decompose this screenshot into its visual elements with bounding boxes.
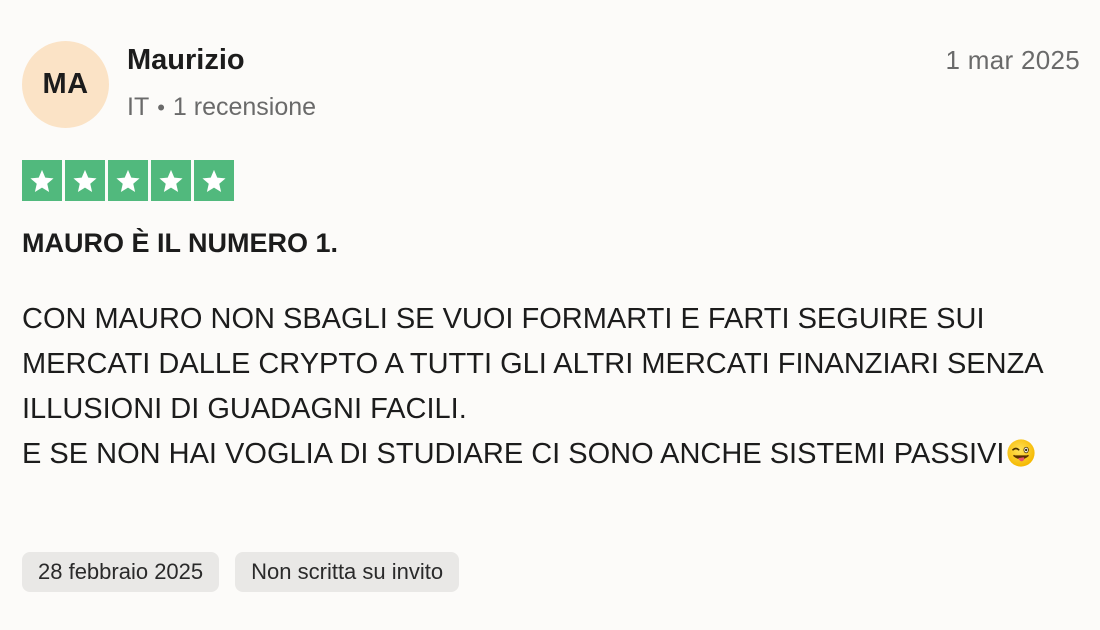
review-chips: 28 febbraio 2025 Non scritta su invito — [22, 552, 460, 592]
review-body-line-2: E SE NON HAI VOGLIA DI STUDIARE CI SONO … — [22, 438, 1005, 470]
review-date: 1 mar 2025 — [945, 45, 1080, 75]
reviewer-meta: IT • 1 recensione — [127, 93, 316, 122]
invite-status-label: Non scritta su invito — [251, 559, 444, 584]
star-rating — [22, 160, 234, 201]
star-box-4 — [151, 160, 191, 201]
star-box-2 — [65, 160, 105, 201]
review-body: CON MAURO NON SBAGLI SE VUOI FORMARTI E … — [22, 297, 1082, 477]
star-box-1 — [22, 160, 62, 201]
avatar[interactable]: MA — [22, 41, 109, 128]
meta-separator: • — [157, 94, 165, 120]
reviewer-review-count: 1 recensione — [172, 93, 317, 121]
review-body-line-1: CON MAURO NON SBAGLI SE VUOI FORMARTI E … — [22, 303, 1043, 425]
review-title[interactable]: MAURO È IL NUMERO 1. — [22, 228, 338, 259]
star-icon — [73, 169, 97, 192]
avatar-initials: MA — [42, 68, 89, 100]
review-body-paragraph: E SE NON HAI VOGLIA DI STUDIARE CI SONO … — [22, 432, 1082, 477]
winking-face-with-tongue-emoji-icon — [1007, 439, 1036, 467]
experience-date-label: 28 febbraio 2025 — [38, 559, 204, 584]
star-box-5 — [194, 160, 234, 201]
invite-status-chip[interactable]: Non scritta su invito — [235, 552, 460, 592]
review-card: MA Maurizio IT • 1 recensione 1 mar 2025… — [0, 0, 1100, 630]
experience-date-chip: 28 febbraio 2025 — [22, 552, 220, 592]
star-icon — [30, 169, 54, 192]
review-body-paragraph: CON MAURO NON SBAGLI SE VUOI FORMARTI E … — [22, 297, 1082, 432]
reviewer-name[interactable]: Maurizio — [127, 44, 245, 77]
reviewer-country: IT — [127, 93, 150, 121]
star-icon — [159, 169, 183, 192]
star-box-3 — [108, 160, 148, 201]
star-icon — [202, 169, 226, 192]
star-icon — [116, 169, 140, 192]
